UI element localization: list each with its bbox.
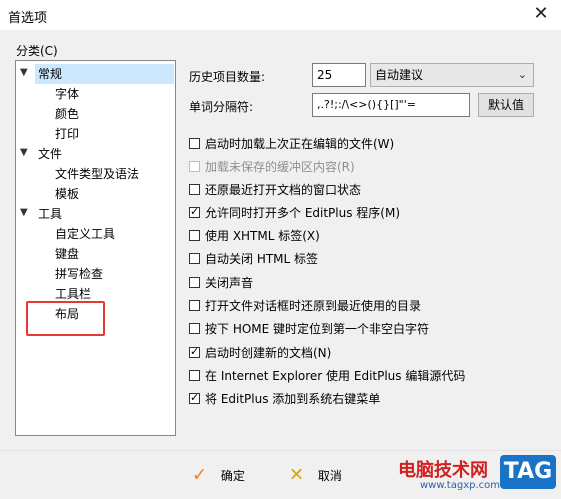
- tree-item-label: 文件: [38, 147, 63, 161]
- cancel-label: 取消: [317, 468, 342, 483]
- tree-item-general[interactable]: 常规: [35, 64, 174, 84]
- tree-item-label: 字体: [55, 87, 80, 101]
- chevron-down-icon: ⌄: [517, 68, 527, 81]
- tag-logo: TAG: [500, 455, 556, 489]
- checkbox[interactable]: [189, 390, 200, 406]
- tree-item-label: 键盘: [55, 247, 80, 261]
- checkbox-label: 打开文件对话框时还原到最近使用的目录: [205, 299, 422, 313]
- history-mode-select[interactable]: 自动建议 ⌄: [370, 63, 534, 87]
- checkbox[interactable]: [189, 344, 200, 360]
- chevron-down-icon[interactable]: ▼: [20, 207, 28, 218]
- tree-item-spellcheck[interactable]: 拼写检查: [55, 264, 103, 284]
- tree-item-color[interactable]: 颜色: [55, 104, 79, 124]
- history-label: 历史项目数量:: [189, 70, 266, 84]
- checkbox[interactable]: [189, 253, 200, 264]
- checkbox-label: 在 Internet Explorer 使用 EditPlus 编辑源代码: [205, 369, 466, 383]
- annotation-highlight-box: [26, 301, 105, 336]
- tree-item-label: 拼写检查: [55, 267, 104, 281]
- tree-item-label: 自定义工具: [55, 227, 116, 241]
- ok-label: 确定: [220, 468, 245, 483]
- tree-item-font[interactable]: 字体: [55, 84, 79, 104]
- checkbox[interactable]: [189, 184, 200, 195]
- checkbox[interactable]: [189, 300, 200, 311]
- default-button[interactable]: 默认值: [478, 93, 534, 117]
- checkbox: [189, 161, 200, 172]
- tree-item-label: 颜色: [55, 107, 80, 121]
- tree-item-print[interactable]: 打印: [55, 124, 79, 144]
- checkbox-label: 将 EditPlus 添加到系统右键菜单: [205, 392, 381, 406]
- checkbox-label: 启动时加载上次正在编辑的文件(W): [205, 137, 395, 151]
- category-label: 分类(C): [16, 44, 58, 58]
- checkbox[interactable]: [189, 138, 200, 149]
- chevron-down-icon[interactable]: ▼: [20, 147, 28, 158]
- tree-item-file[interactable]: 文件: [38, 144, 62, 164]
- checkbox[interactable]: [189, 323, 200, 334]
- tree-item-label: 工具栏: [55, 287, 92, 301]
- tree-item-label: 模板: [55, 187, 80, 201]
- tree-item-label: 打印: [55, 127, 80, 141]
- tree-item-label: 文件类型及语法: [55, 167, 140, 181]
- checkbox-label: 加载未保存的缓冲区内容(R): [205, 160, 355, 174]
- category-tree[interactable]: 常规 ▼ 字体 颜色 打印 ▼ 文件 文件类型及语法 模板 ▼ 工具 自定义工具…: [15, 60, 176, 436]
- history-mode-value: 自动建议: [375, 68, 424, 82]
- cancel-button[interactable]: ✕ 取消: [289, 461, 342, 489]
- tree-item-filetypes[interactable]: 文件类型及语法: [55, 164, 139, 184]
- checkbox-label: 关闭声音: [205, 276, 254, 290]
- watermark-site-name: 电脑技术网: [398, 460, 488, 481]
- checkbox-label: 还原最近打开文档的窗口状态: [205, 183, 362, 197]
- watermark-url: www.tagxp.com: [420, 480, 500, 491]
- tree-item-templates[interactable]: 模板: [55, 184, 79, 204]
- checkmark-icon: ✓: [192, 464, 208, 486]
- checkbox-label: 自动关闭 HTML 标签: [205, 252, 319, 266]
- checkbox[interactable]: [189, 277, 200, 288]
- tree-item-label: 常规: [38, 67, 63, 81]
- close-icon[interactable]: ✕: [526, 2, 556, 26]
- checkbox-label: 允许同时打开多个 EditPlus 程序(M): [205, 206, 401, 220]
- checkbox-label: 启动时创建新的文档(N): [205, 346, 332, 360]
- delimiter-input[interactable]: ,.?!;:/\<>(){}[]"'=: [312, 93, 470, 117]
- checkbox[interactable]: [189, 370, 200, 381]
- tree-item-tools[interactable]: 工具: [38, 204, 62, 224]
- checkbox[interactable]: [189, 204, 200, 220]
- tree-item-label: 工具: [38, 207, 63, 221]
- ok-button[interactable]: ✓ 确定: [192, 461, 245, 489]
- checkbox[interactable]: [189, 230, 200, 241]
- checkbox-label: 使用 XHTML 标签(X): [205, 229, 320, 243]
- window-title: 首选项: [8, 11, 48, 26]
- checkbox-label: 按下 HOME 键时定位到第一个非空白字符: [205, 322, 430, 336]
- chevron-down-icon[interactable]: ▼: [20, 67, 28, 78]
- x-icon: ✕: [289, 464, 305, 486]
- tree-item-keyboard[interactable]: 键盘: [55, 244, 79, 264]
- title-bar: [0, 0, 561, 30]
- footer-divider: [0, 450, 561, 451]
- tree-item-user-tools[interactable]: 自定义工具: [55, 224, 115, 244]
- history-count-input[interactable]: 25: [312, 63, 366, 87]
- delimiter-label: 单词分隔符:: [189, 100, 254, 114]
